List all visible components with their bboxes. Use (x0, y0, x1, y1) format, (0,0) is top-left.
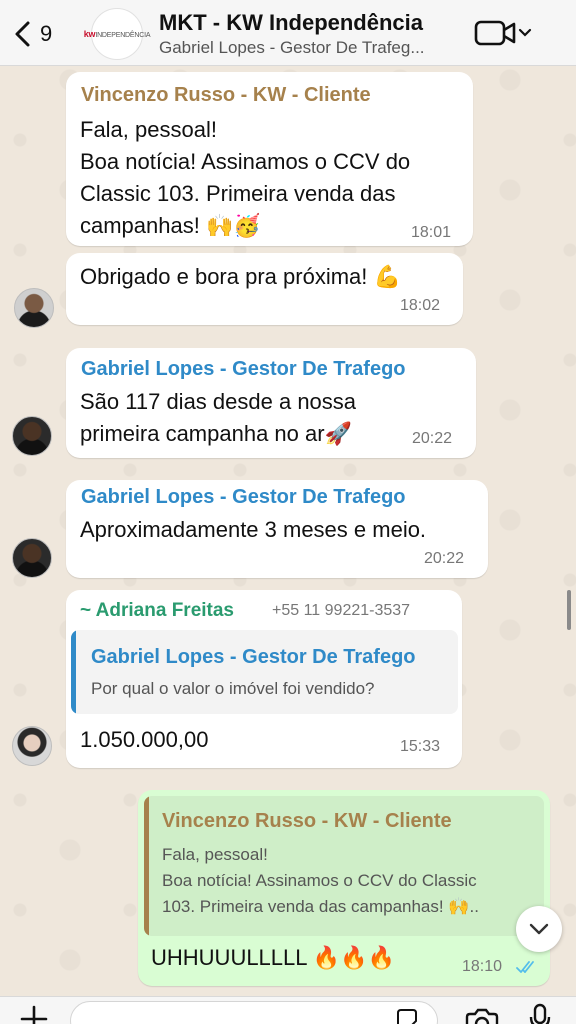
message-text-line: UHHUUULLLLL 🔥🔥🔥 (151, 945, 395, 970)
message-bubble[interactable]: ~ Adriana Freitas +55 11 99221-3537 Gabr… (66, 590, 462, 768)
message-bubble[interactable]: Gabriel Lopes - Gestor De Trafego Aproxi… (66, 480, 488, 578)
message-text-line: primeira campanha no ar🚀 (80, 421, 352, 446)
plus-icon[interactable] (18, 1003, 50, 1024)
group-title[interactable]: MKT - KW Independência (159, 10, 423, 36)
scrollbar-thumb[interactable] (567, 590, 571, 630)
kw-logo-mark: kw (83, 29, 96, 39)
sender-avatar[interactable] (12, 538, 52, 578)
quoted-text-line: Fala, pessoal! (162, 845, 268, 864)
message-sender[interactable]: Gabriel Lopes - Gestor De Trafego (81, 486, 406, 509)
message-time: 18:10 (462, 958, 503, 975)
message-input[interactable] (70, 1001, 438, 1024)
message-time: 18:01 (411, 224, 452, 241)
quoted-text-line: 103. Primeira venda das campanhas! 🙌.. (162, 897, 479, 916)
message-text-line: Aproximadamente 3 meses e meio. (80, 517, 427, 542)
quoted-sender: Gabriel Lopes - Gestor De Trafego (91, 646, 416, 668)
sender-phone: +55 11 99221-3537 (272, 602, 411, 619)
message-bubble[interactable]: Gabriel Lopes - Gestor De Trafego São 11… (66, 348, 476, 458)
chat-header: 9 kwINDEPENDÊNCIA MKT - KW Independência… (0, 0, 576, 66)
quote-bar (71, 630, 76, 714)
quote-bar (144, 796, 149, 936)
microphone-icon[interactable] (528, 1003, 552, 1024)
message-text-line: campanhas! 🙌🥳 (80, 213, 261, 238)
message-time: 15:33 (400, 738, 441, 755)
read-receipt-icon (516, 961, 534, 973)
message-text-line: Classic 103. Primeira venda das (80, 181, 396, 206)
message-text-line: Fala, pessoal! (80, 117, 217, 142)
message-bubble[interactable]: Vincenzo Russo - KW - Cliente Fala, pess… (66, 72, 473, 246)
back-button[interactable]: 9 (10, 18, 66, 50)
kw-logo: kwINDEPENDÊNCIA (84, 29, 151, 39)
sticker-icon[interactable] (394, 1007, 420, 1024)
message-sender[interactable]: Vincenzo Russo - KW - Cliente (81, 84, 371, 107)
kw-logo-text: INDEPENDÊNCIA (95, 32, 151, 39)
quoted-message[interactable]: Gabriel Lopes - Gestor De Trafego Por qu… (71, 630, 458, 714)
message-sender[interactable]: Gabriel Lopes - Gestor De Trafego (81, 358, 406, 381)
quoted-text-line: Boa notícia! Assinamos o CCV do Classic (162, 871, 477, 890)
message-time: 20:22 (424, 550, 465, 567)
sender-avatar[interactable] (12, 416, 52, 456)
camera-icon[interactable] (464, 1007, 500, 1024)
quoted-text: Por qual o valor o imóvel foi vendido? (91, 679, 375, 698)
chevron-down-icon (529, 923, 549, 935)
message-sender[interactable]: ~ Adriana Freitas (80, 600, 234, 622)
video-camera-icon (474, 20, 532, 46)
unread-count: 9 (40, 21, 53, 46)
group-subtitle[interactable]: Gabriel Lopes - Gestor De Trafeg... (159, 38, 459, 58)
sender-avatar[interactable] (12, 726, 52, 766)
outgoing-message-bubble[interactable]: Vincenzo Russo - KW - Cliente Fala, pess… (138, 790, 550, 986)
chat-area: Vincenzo Russo - KW - Cliente Fala, pess… (0, 66, 576, 998)
quoted-message[interactable]: Vincenzo Russo - KW - Cliente Fala, pess… (144, 796, 544, 936)
message-text-line: Boa notícia! Assinamos o CCV do (80, 149, 411, 174)
message-text-line: Obrigado e bora pra próxima! 💪 (80, 264, 401, 289)
message-time: 18:02 (400, 297, 441, 314)
scroll-to-bottom-button[interactable] (516, 906, 562, 952)
message-bubble[interactable]: Obrigado e bora pra próxima! 💪 18:02 (66, 253, 463, 325)
message-time: 20:22 (412, 430, 453, 447)
message-text-line: 1.050.000,00 (80, 727, 209, 752)
quoted-sender: Vincenzo Russo - KW - Cliente (162, 810, 452, 832)
message-text-line: São 117 dias desde a nossa (80, 389, 357, 414)
sender-avatar[interactable] (14, 288, 54, 328)
chevron-left-icon (15, 21, 30, 47)
video-call-button[interactable] (474, 18, 540, 48)
message-composer (0, 996, 576, 1024)
group-avatar[interactable]: kwINDEPENDÊNCIA (84, 8, 150, 60)
